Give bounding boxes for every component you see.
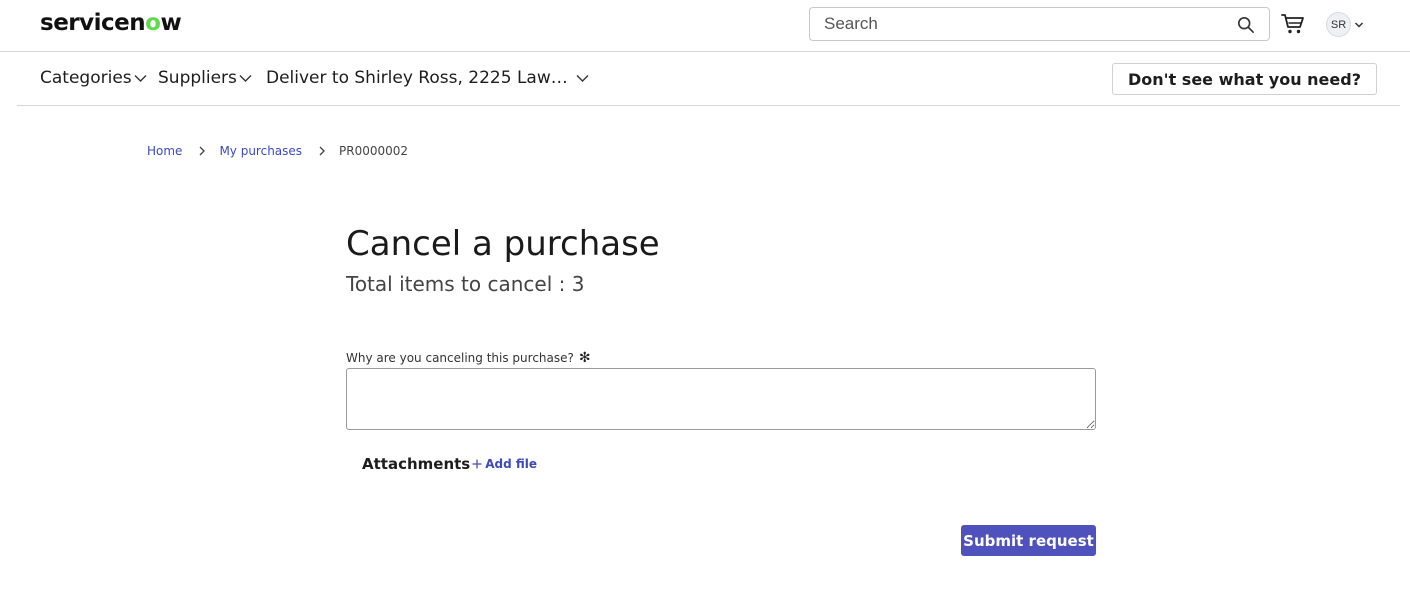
search-icon[interactable] <box>1237 16 1255 34</box>
nav-deliver-to[interactable]: Deliver to Shirley Ross, 2225 Law… <box>266 68 589 88</box>
avatar-initials: SR <box>1330 18 1347 31</box>
cancel-reason-textarea[interactable] <box>346 368 1096 430</box>
chevron-right-icon <box>199 146 206 156</box>
nav-suppliers[interactable]: Suppliers <box>158 68 252 88</box>
user-avatar[interactable]: SR <box>1326 12 1351 37</box>
nav-categories[interactable]: Categories <box>40 68 147 88</box>
add-file-button[interactable]: Add file <box>472 457 537 471</box>
required-asterisk-icon: ✻ <box>578 350 591 366</box>
logo-text: servicenow <box>40 10 182 36</box>
breadcrumb-my-purchases[interactable]: My purchases <box>219 144 302 158</box>
add-file-label: Add file <box>485 457 538 471</box>
nav-bar: Categories Suppliers Deliver to Shirley … <box>17 52 1400 106</box>
chevron-down-icon[interactable] <box>1354 20 1364 30</box>
nav-suppliers-label: Suppliers <box>158 68 237 88</box>
reason-label: Why are you canceling this purchase? ✻ <box>346 350 591 366</box>
attachments-section: Attachments Add file <box>362 455 537 473</box>
attachments-title: Attachments <box>362 455 471 473</box>
search-box[interactable] <box>809 7 1270 41</box>
cart-icon[interactable] <box>1281 13 1305 35</box>
chevron-right-icon <box>319 146 325 156</box>
nav-categories-label: Categories <box>40 68 132 88</box>
dont-see-what-you-need-button[interactable]: Don't see what you need? <box>1112 63 1377 95</box>
search-input[interactable] <box>824 8 1234 40</box>
items-to-cancel-count: Total items to cancel : 3 <box>346 272 585 296</box>
servicenow-logo[interactable]: servicenow <box>40 10 182 36</box>
chevron-down-icon <box>576 75 589 82</box>
page-title: Cancel a purchase <box>346 224 660 264</box>
nav-deliver-label: Deliver to Shirley Ross, 2225 Law… <box>266 68 568 88</box>
chevron-down-icon <box>239 75 252 82</box>
reason-label-text: Why are you canceling this purchase? <box>346 351 574 365</box>
plus-icon <box>472 459 482 469</box>
breadcrumb: Home My purchases PR0000002 <box>147 144 408 158</box>
top-header: servicenow SR <box>0 0 1410 52</box>
breadcrumb-current: PR0000002 <box>339 144 409 158</box>
submit-request-button[interactable]: Submit request <box>961 525 1096 556</box>
breadcrumb-home[interactable]: Home <box>147 144 182 158</box>
chevron-down-icon <box>134 75 147 82</box>
